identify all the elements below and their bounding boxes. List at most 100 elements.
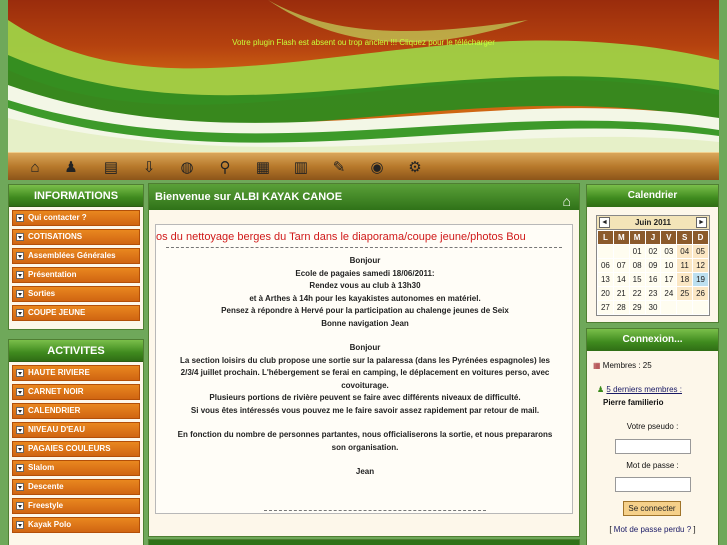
home-icon[interactable]: ⌂ bbox=[24, 156, 46, 178]
news-paragraph: En fonction du nombre de personnes parta… bbox=[177, 430, 553, 452]
chevron-down-icon bbox=[16, 388, 24, 396]
calendar-day[interactable]: 29 bbox=[629, 301, 645, 314]
menu-item-qui-contacter[interactable]: Qui contacter ? bbox=[12, 210, 140, 226]
tools-icon[interactable]: ⚙ bbox=[404, 156, 426, 178]
forgot-password-link[interactable]: Mot de passe perdu ? bbox=[614, 525, 691, 534]
menu-item-carnet-noir[interactable]: CARNET NOIR bbox=[12, 384, 140, 400]
chevron-down-icon bbox=[16, 464, 24, 472]
prev-month-button[interactable]: ◄ bbox=[599, 217, 610, 228]
members-count: ▦ Membres : 25 bbox=[593, 361, 652, 370]
calendar-day[interactable]: 03 bbox=[661, 245, 677, 258]
news-signature: Jean bbox=[355, 467, 375, 476]
calendar-day[interactable]: 30 bbox=[645, 301, 661, 314]
calendar-day[interactable]: 06 bbox=[598, 259, 613, 272]
calendar-day[interactable]: 07 bbox=[613, 259, 629, 272]
pseudo-input[interactable] bbox=[615, 439, 691, 454]
news-paragraph: Bonjour Ecole de pagaies samedi 18/06/20… bbox=[221, 256, 509, 328]
calendar-day[interactable]: 25 bbox=[677, 287, 693, 300]
password-input[interactable] bbox=[615, 477, 691, 492]
calendar-empty-cell bbox=[677, 301, 693, 314]
calendar-day[interactable]: 18 bbox=[677, 273, 693, 286]
calendar-day[interactable]: 22 bbox=[629, 287, 645, 300]
calendar-day[interactable]: 27 bbox=[598, 301, 613, 314]
menu-item-cotisations[interactable]: COTISATIONS bbox=[12, 229, 140, 245]
calendar-day[interactable]: 09 bbox=[645, 259, 661, 272]
calendar-grid: L M M J V S D 01 02 03 04 05 06 07 08 09 10 11 12 13 14 15 16 1… bbox=[597, 230, 709, 315]
pseudo-label: Votre pseudo : bbox=[626, 422, 679, 431]
menu-item-haute-riviere[interactable]: HAUTE RIVIERE bbox=[12, 365, 140, 381]
home-icon[interactable]: ⌂ bbox=[563, 188, 571, 214]
calendar-day[interactable]: 24 bbox=[661, 287, 677, 300]
menu-item-assemblees[interactable]: Assemblées Générales bbox=[12, 248, 140, 264]
calendar-day[interactable]: 01 bbox=[629, 245, 645, 258]
menu-item-calendrier[interactable]: CALENDRIER bbox=[12, 403, 140, 419]
calendar-day[interactable]: 26 bbox=[693, 287, 708, 300]
last-members: ♟ 5 derniers membres : bbox=[597, 385, 682, 394]
calendar-day[interactable]: 23 bbox=[645, 287, 661, 300]
news-text: Bonjour Ecole de pagaies samedi 18/06/20… bbox=[156, 255, 572, 479]
calendar-day[interactable]: 04 bbox=[677, 245, 693, 258]
eye-icon[interactable]: ◉ bbox=[366, 156, 388, 178]
calendar-day[interactable]: 16 bbox=[645, 273, 661, 286]
calendar-day[interactable]: 15 bbox=[629, 273, 645, 286]
activites-title: ACTIVITES bbox=[9, 340, 143, 362]
calendar-day[interactable]: 02 bbox=[645, 245, 661, 258]
member-icon: ♟ bbox=[597, 385, 605, 394]
form-icon[interactable]: ✎ bbox=[328, 156, 350, 178]
news-marquee[interactable]: os du nettoyage berges du Tarn dans le d… bbox=[156, 231, 526, 243]
password-label: Mot de passe : bbox=[626, 461, 679, 470]
news-paragraph: Bonjour La section loisirs du club propo… bbox=[180, 343, 550, 415]
links-icon[interactable]: ⚲ bbox=[214, 156, 236, 178]
calendar-day[interactable]: 14 bbox=[613, 273, 629, 286]
chevron-down-icon bbox=[16, 309, 24, 317]
calendar-day[interactable]: 12 bbox=[693, 259, 708, 272]
chevron-down-icon bbox=[16, 214, 24, 222]
connexion-title: Connexion... bbox=[587, 329, 718, 351]
calendar-day[interactable]: 05 bbox=[693, 245, 708, 258]
chevron-down-icon bbox=[16, 290, 24, 298]
calendar-weekday: M bbox=[613, 231, 629, 244]
informations-title: INFORMATIONS bbox=[9, 185, 143, 207]
calendar-empty-cell bbox=[598, 245, 613, 258]
menu-item-coupe-jeune[interactable]: COUPE JEUNE bbox=[12, 305, 140, 321]
calendar-day[interactable]: 17 bbox=[661, 273, 677, 286]
download-icon[interactable]: ⇩ bbox=[138, 156, 160, 178]
menu-item-freestyle[interactable]: Freestyle bbox=[12, 498, 140, 514]
calendar-day[interactable]: 28 bbox=[613, 301, 629, 314]
menu-item-sorties[interactable]: Sorties bbox=[12, 286, 140, 302]
chevron-down-icon bbox=[16, 502, 24, 510]
calendar-weekday: S bbox=[677, 231, 693, 244]
chevron-down-icon bbox=[16, 483, 24, 491]
last-member-name[interactable]: Pierre familierio bbox=[603, 398, 663, 407]
menu-item-kayak-polo[interactable]: Kayak Polo bbox=[12, 517, 140, 533]
calendar-empty-cell bbox=[693, 301, 708, 314]
informations-panel: INFORMATIONS Qui contacter ? COTISATIONS… bbox=[8, 184, 144, 330]
gallery-icon[interactable]: ▦ bbox=[252, 156, 274, 178]
calendar-day[interactable]: 08 bbox=[629, 259, 645, 272]
calendar-weekday: J bbox=[645, 231, 661, 244]
flash-plugin-message[interactable]: Votre plugin Flash est absent ou trop an… bbox=[8, 38, 719, 47]
menu-item-slalom[interactable]: Slalom bbox=[12, 460, 140, 476]
calendar-day[interactable]: 19 bbox=[693, 273, 708, 286]
calendar-day[interactable]: 20 bbox=[598, 287, 613, 300]
menu-item-descente[interactable]: Descente bbox=[12, 479, 140, 495]
header-banner: Votre plugin Flash est absent ou trop an… bbox=[8, 0, 719, 152]
next-month-button[interactable]: ► bbox=[696, 217, 707, 228]
stats-icon[interactable]: ▥ bbox=[290, 156, 312, 178]
activites-panel: ACTIVITES HAUTE RIVIERE CARNET NOIR CALE… bbox=[8, 339, 144, 545]
calendar-day[interactable]: 13 bbox=[598, 273, 613, 286]
calendar-weekday: L bbox=[598, 231, 613, 244]
menu-item-pagaies-couleurs[interactable]: PAGAIES COULEURS bbox=[12, 441, 140, 457]
login-button[interactable]: Se connecter bbox=[623, 501, 681, 516]
calendar-day[interactable]: 11 bbox=[677, 259, 693, 272]
calendar-empty-cell bbox=[661, 301, 677, 314]
menu-item-presentation[interactable]: Présentation bbox=[12, 267, 140, 283]
last-members-link[interactable]: 5 derniers membres : bbox=[606, 385, 682, 394]
calendar-month-header: ◄ Juin 2011 ► bbox=[597, 216, 709, 230]
globe-icon[interactable]: ◍ bbox=[176, 156, 198, 178]
calendar-day[interactable]: 10 bbox=[661, 259, 677, 272]
member-icon[interactable]: ♟ bbox=[60, 156, 82, 178]
calendar-day[interactable]: 21 bbox=[613, 287, 629, 300]
book-icon[interactable]: ▤ bbox=[100, 156, 122, 178]
menu-item-niveau-eau[interactable]: NIVEAU D'EAU bbox=[12, 422, 140, 438]
